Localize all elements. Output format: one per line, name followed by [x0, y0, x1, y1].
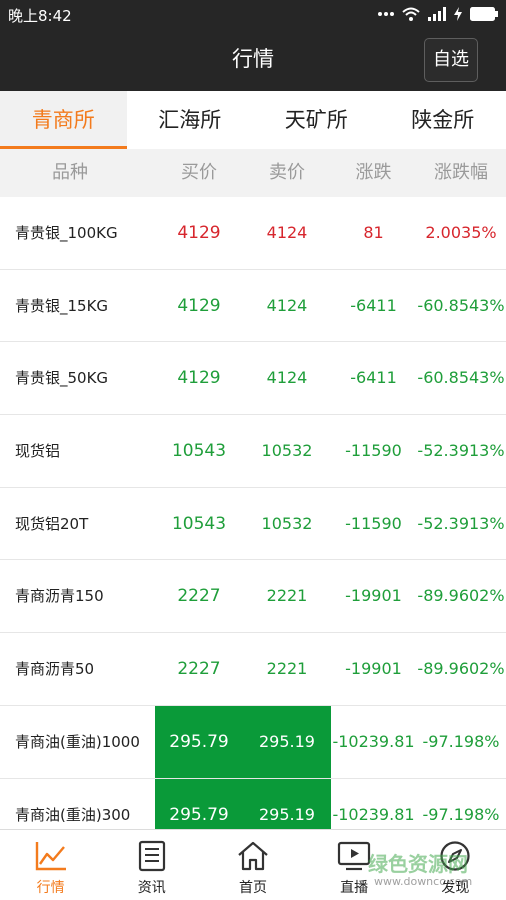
news-icon: [138, 840, 165, 872]
bid-price: 295.79: [169, 731, 229, 752]
nav-label: 资讯: [137, 880, 166, 896]
ask-price: 295.19: [259, 731, 315, 751]
quote-row[interactable]: 青贵银_15KG 4129 4124 -6411 -60.8543%: [0, 269, 506, 343]
ask-price: 4124: [266, 295, 308, 315]
bolt-icon: [454, 7, 462, 21]
watermark-url: www.downcc.com: [374, 875, 473, 888]
quote-row[interactable]: 青商沥青50 2227 2221 -19901 -89.9602%: [0, 633, 506, 706]
instrument-name: 青贵银_100KG: [15, 224, 118, 242]
price-change-pct: -60.8543%: [417, 295, 505, 315]
price-change-pct: -97.198%: [422, 804, 500, 824]
ask-price: 10532: [261, 441, 313, 461]
bid-price: 10543: [171, 513, 227, 534]
instrument-name: 现货铝20T: [15, 514, 89, 533]
ask-price: 4124: [266, 223, 308, 242]
status-time: 晚上8:42: [8, 7, 72, 25]
instrument-name: 青商沥青150: [15, 587, 104, 606]
price-change: -6411: [350, 368, 397, 388]
column-change[interactable]: 涨跌: [331, 149, 416, 197]
status-bar: 晚上8:42: [0, 0, 506, 28]
status-icons: [378, 4, 498, 24]
tab-tiankuang[interactable]: 天矿所: [253, 91, 380, 149]
nav-home[interactable]: 首页: [202, 830, 303, 900]
price-change: -11590: [345, 441, 402, 461]
ask-price: 4124: [266, 368, 308, 388]
signal-icon: [428, 7, 446, 21]
wifi-icon: [402, 7, 420, 21]
column-change-pct[interactable]: 涨跌幅: [416, 149, 506, 197]
column-name: 品种: [52, 162, 88, 183]
column-ask[interactable]: 卖价: [243, 149, 331, 197]
ask-price: 295.19: [259, 804, 315, 824]
price-change: -10239.81: [332, 731, 415, 751]
bid-price: 10543: [171, 441, 227, 462]
watermark-text: 绿色资源网: [368, 852, 468, 876]
watchlist-button[interactable]: 自选: [424, 38, 478, 82]
bid-price: 2227: [177, 586, 221, 607]
price-change-pct: -97.198%: [422, 731, 500, 751]
ask-price: 10532: [261, 513, 313, 533]
quote-list[interactable]: 青贵银_100KG 4129 4124 81 2.0035% 青贵银_15KG …: [0, 197, 506, 829]
exchange-tabs: 青商所 汇海所 天矿所 陕金所: [0, 91, 506, 149]
instrument-name: 青商沥青50: [15, 660, 95, 679]
price-change-pct: -60.8543%: [417, 368, 505, 388]
instrument-name: 青商油(重油)300: [15, 805, 131, 824]
instrument-name: 青商油(重油)1000: [15, 732, 140, 751]
column-header: 品种 买价 卖价 涨跌 涨跌幅: [0, 149, 506, 197]
price-change-pct: -52.3913%: [417, 513, 505, 533]
tab-shanjin[interactable]: 陕金所: [380, 91, 506, 149]
instrument-name: 青贵银_15KG: [15, 296, 109, 315]
price-change: 81: [363, 223, 384, 242]
app-header: 行情 自选: [0, 28, 506, 91]
bid-price: 295.79: [169, 804, 229, 825]
price-change: -6411: [350, 295, 397, 315]
quote-row[interactable]: 青贵银_100KG 4129 4124 81 2.0035%: [0, 197, 506, 270]
bid-price: 4129: [177, 368, 221, 389]
nav-quotes[interactable]: 行情: [0, 830, 101, 900]
quote-row[interactable]: 青贵银_50KG 4129 4124 -6411 -60.8543%: [0, 342, 506, 416]
bid-price: 2227: [177, 659, 221, 680]
quote-row[interactable]: 现货铝20T 10543 10532 -11590 -52.3913%: [0, 487, 506, 561]
ask-price: 2221: [266, 659, 308, 679]
nav-label: 首页: [238, 880, 267, 896]
bid-price: 4129: [177, 295, 221, 316]
home-icon: [238, 841, 268, 871]
price-change-pct: -89.9602%: [417, 586, 505, 606]
quote-row[interactable]: 现货铝 10543 10532 -11590 -52.3913%: [0, 415, 506, 488]
live-tv-icon: [338, 841, 371, 871]
dots-icon: [378, 12, 394, 16]
nav-news[interactable]: 资讯: [101, 830, 202, 900]
tab-qingshang[interactable]: 青商所: [0, 91, 127, 149]
quote-row[interactable]: 青商沥青150 2227 2221 -19901 -89.9602%: [0, 560, 506, 634]
price-change-pct: -89.9602%: [417, 659, 505, 679]
ask-price: 2221: [266, 586, 308, 606]
price-change: -10239.81: [332, 804, 415, 824]
price-change-pct: 2.0035%: [425, 223, 497, 242]
watermark: 绿色资源网 www.downcc.com: [368, 848, 498, 894]
price-change: -19901: [345, 586, 402, 606]
price-change: -19901: [345, 659, 402, 679]
battery-icon: [470, 7, 498, 21]
chart-line-icon: [35, 842, 66, 871]
nav-label: 行情: [36, 880, 65, 896]
column-bid[interactable]: 买价: [155, 149, 243, 197]
price-change: -11590: [345, 513, 402, 533]
price-change-pct: -52.3913%: [417, 441, 505, 461]
quote-row[interactable]: 青商油(重油)1000 295.79 295.19 -10239.81 -97.…: [0, 705, 506, 779]
quote-row[interactable]: 青商油(重油)300 295.79 295.19 -10239.81 -97.1…: [0, 778, 506, 829]
instrument-name: 现货铝: [15, 442, 61, 461]
tab-huihai[interactable]: 汇海所: [127, 91, 254, 149]
instrument-name: 青贵银_50KG: [15, 369, 109, 388]
bid-price: 4129: [177, 223, 221, 243]
